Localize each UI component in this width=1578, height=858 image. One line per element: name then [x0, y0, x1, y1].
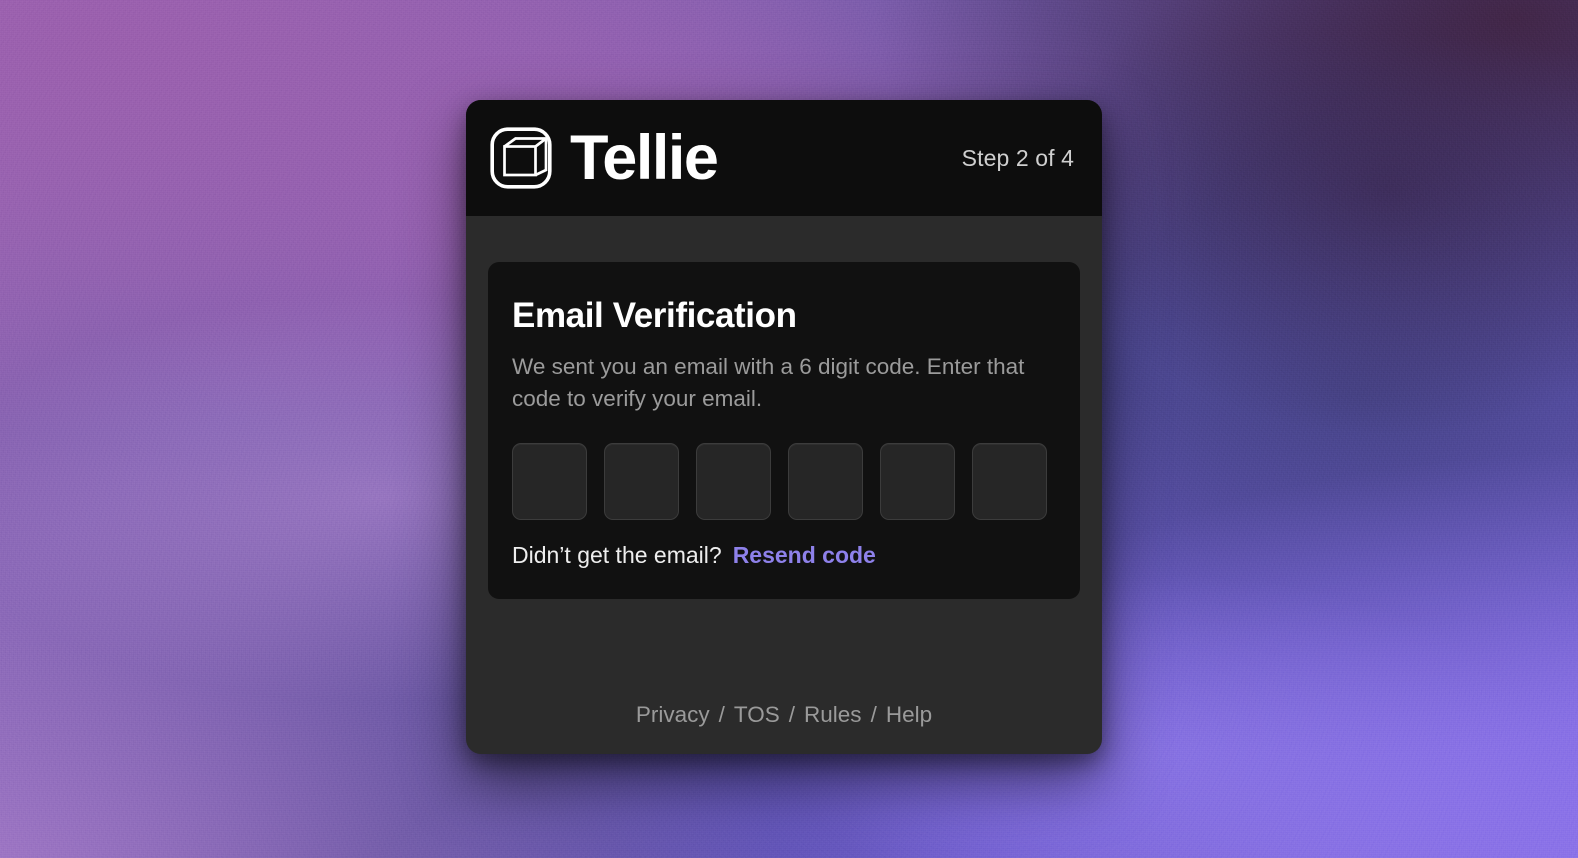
resend-code-link[interactable]: Resend code [733, 542, 876, 569]
otp-digit-2[interactable] [604, 443, 679, 521]
footer-separator-3: / [870, 702, 877, 727]
page-title: Email Verification [512, 296, 797, 335]
modal-body: Email Verification We sent you an email … [466, 216, 1102, 754]
footer-separator-1: / [718, 702, 725, 727]
footer-link-tos[interactable]: TOS [734, 702, 780, 728]
tellie-cube-logo-icon [490, 127, 552, 189]
otp-input-group [512, 443, 1056, 521]
footer-link-privacy[interactable]: Privacy [636, 702, 710, 728]
verification-panel: Email Verification We sent you an email … [488, 262, 1080, 600]
otp-digit-6[interactable] [972, 443, 1047, 521]
verification-modal: Tellie Step 2 of 4 Email Verification We… [466, 100, 1102, 754]
app-root: Tellie Step 2 of 4 Email Verification We… [0, 0, 1578, 858]
otp-digit-3[interactable] [696, 443, 771, 521]
panel-description: We sent you an email with a 6 digit code… [512, 354, 1025, 412]
step-indicator: Step 2 of 4 [961, 144, 1074, 171]
resend-row: Didn’t get the email? Resend code [512, 542, 1056, 569]
resend-question: Didn’t get the email? [512, 542, 722, 569]
footer-separator-2: / [788, 702, 796, 727]
footer-link-help[interactable]: Help [886, 702, 932, 728]
otp-digit-1[interactable] [512, 443, 587, 521]
footer-link-rules[interactable]: Rules [804, 702, 862, 728]
footer-links: Privacy / TOS / Rules / Help [488, 680, 1080, 754]
otp-digit-4[interactable] [788, 443, 863, 521]
brand: Tellie [488, 122, 719, 193]
brand-name: Tellie [570, 122, 719, 193]
otp-digit-5[interactable] [880, 443, 955, 521]
modal-header: Tellie Step 2 of 4 [466, 100, 1102, 216]
